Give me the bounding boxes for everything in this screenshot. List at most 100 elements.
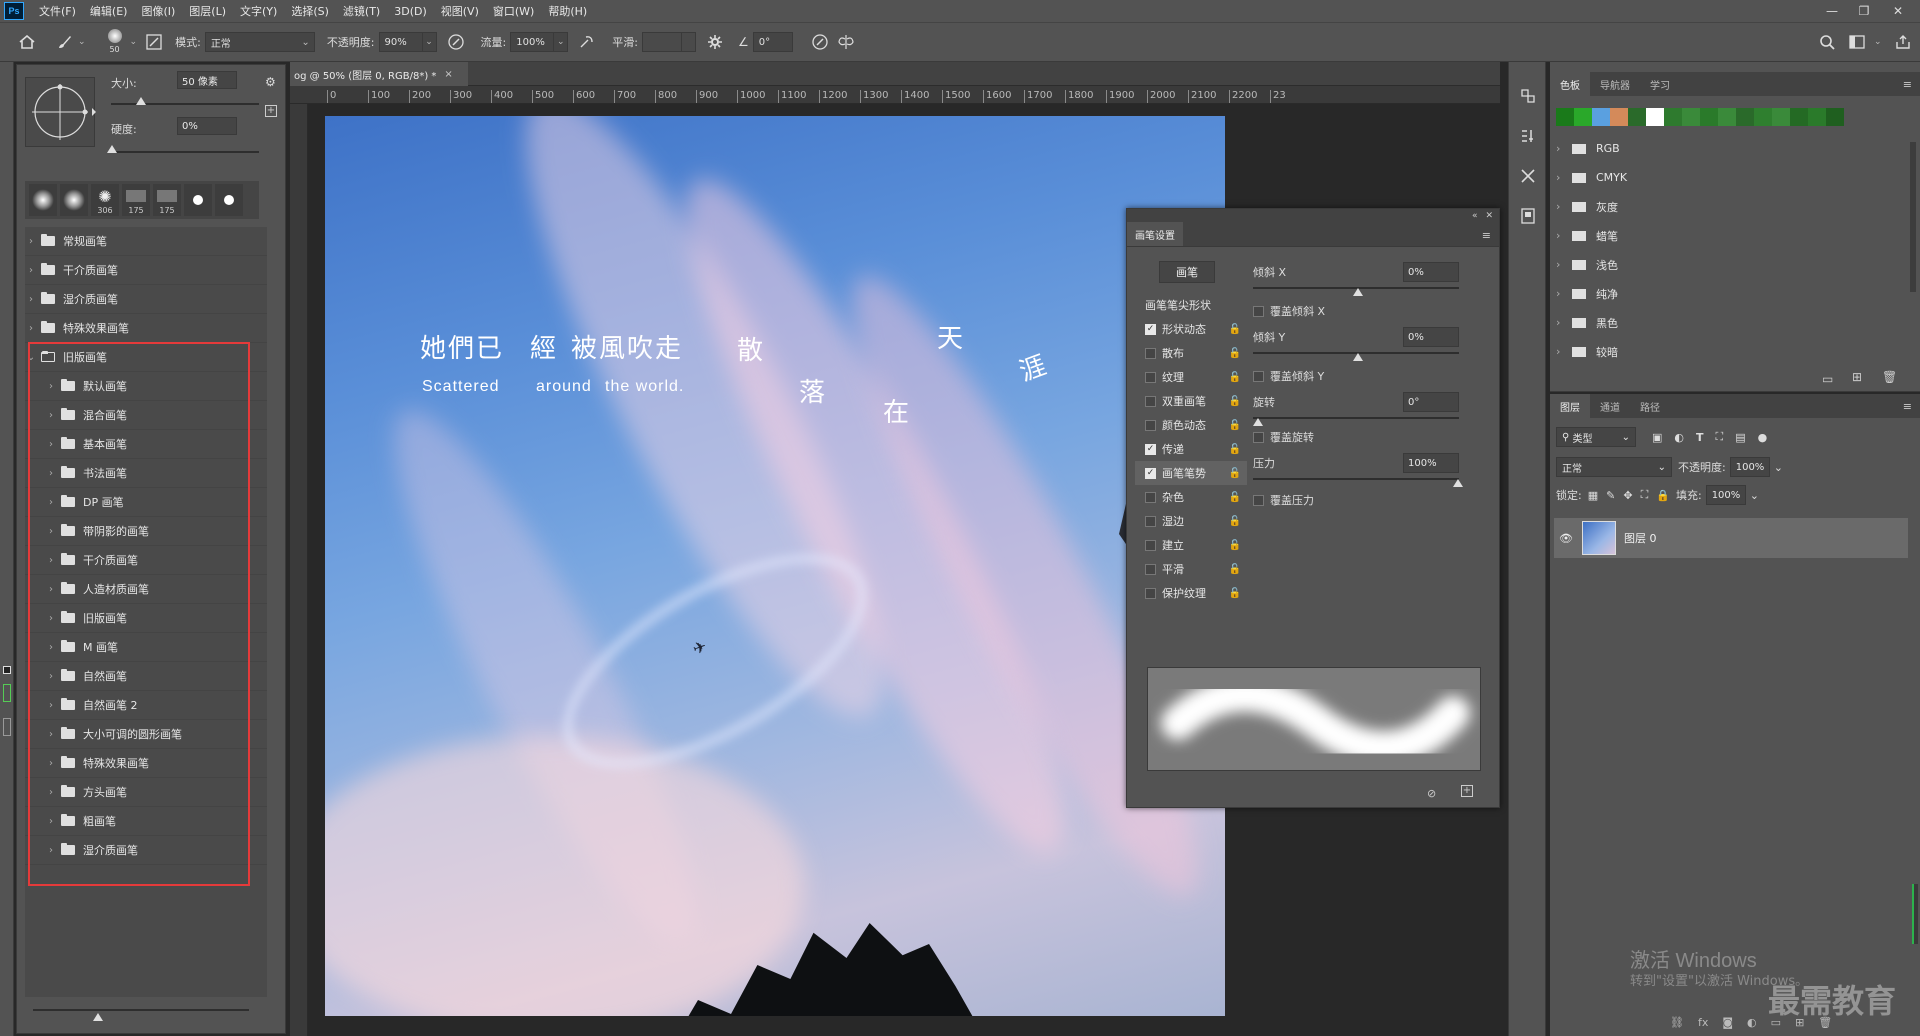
color-swatch[interactable]	[1718, 108, 1736, 126]
chevron-right-icon[interactable]: ›	[1556, 200, 1568, 213]
color-swatch[interactable]	[1682, 108, 1700, 126]
swatch-folder[interactable]: › 较暗	[1550, 337, 1910, 366]
pressure-opacity-icon[interactable]	[443, 29, 469, 55]
lock-icon[interactable]: 🔓	[1229, 564, 1241, 575]
lock-icon[interactable]: 🔓	[1229, 540, 1241, 551]
lock-all-icon[interactable]: 🔒	[1656, 489, 1670, 502]
tilt-y-input[interactable]: 0%	[1403, 327, 1459, 347]
preview-size-thumb[interactable]	[93, 1013, 103, 1021]
brush-setting-item[interactable]: 保护纹理 🔓	[1135, 581, 1247, 605]
foreground-color-swatch[interactable]	[3, 666, 11, 674]
tab-brush-settings[interactable]: 画笔设置	[1127, 222, 1183, 246]
new-preset-icon[interactable]: +	[265, 105, 277, 117]
pressure-slider[interactable]	[1253, 478, 1459, 480]
trash-icon[interactable]: 🗑	[1882, 370, 1897, 384]
search-icon[interactable]	[1814, 29, 1840, 55]
restore-icon[interactable]: ❐	[1850, 0, 1878, 22]
angle-input[interactable]: 0°	[752, 32, 793, 52]
override-pressure-checkbox[interactable]	[1253, 494, 1264, 506]
brush-tip-hard-round-2[interactable]	[215, 184, 243, 216]
rotation-slider[interactable]	[1253, 417, 1459, 419]
rotation-thumb[interactable]	[1253, 418, 1263, 426]
brush-picker-chevron-icon[interactable]: ⌄	[130, 37, 138, 47]
checkbox[interactable]	[1145, 587, 1156, 599]
new-folder-icon[interactable]: ▭	[1822, 372, 1833, 386]
close-tab-icon[interactable]: ×	[444, 69, 452, 80]
lock-icon[interactable]: 🔓	[1229, 444, 1241, 455]
swatch-folder[interactable]: › CMYK	[1550, 163, 1910, 192]
workspace-chevron-icon[interactable]: ⌄	[1874, 37, 1882, 47]
close-icon[interactable]: ✕	[1884, 0, 1912, 22]
brush-setting-item[interactable]: 建立 🔓	[1135, 533, 1247, 557]
blend-mode-select[interactable]: 正常 ⌄	[1556, 457, 1672, 477]
swatch-folder[interactable]: › 蜡笔	[1550, 221, 1910, 250]
smoothing-input[interactable]	[641, 32, 682, 52]
menu-filter[interactable]: 滤镜(T)	[336, 3, 387, 19]
symmetry-icon[interactable]	[833, 29, 859, 55]
tab-navigator[interactable]: 导航器	[1590, 72, 1640, 96]
chevron-right-icon[interactable]: ›	[1556, 287, 1568, 300]
brush-tip-splatter[interactable]: ✺ 306	[91, 184, 119, 216]
preview-size-slider[interactable]	[33, 1009, 249, 1011]
brush-setting-item[interactable]: 平滑 🔓	[1135, 557, 1247, 581]
checkbox[interactable]: ✓	[1145, 443, 1156, 455]
document-image[interactable]: ✈ 她們已 經 被風吹走 Scattered around the world.…	[325, 116, 1225, 1016]
tab-swatches[interactable]: 色板	[1550, 72, 1590, 96]
lock-icon[interactable]: 🔓	[1229, 588, 1241, 599]
hardness-slider[interactable]	[111, 151, 259, 153]
hardness-input[interactable]: 0%	[177, 117, 237, 135]
libraries-icon[interactable]	[1509, 196, 1547, 236]
brush-angle-preview[interactable]	[25, 77, 96, 147]
checkbox[interactable]	[1145, 515, 1156, 527]
smoothing-chevron-icon[interactable]	[681, 32, 696, 52]
color-swatch[interactable]	[1808, 108, 1826, 126]
color-swatch[interactable]	[1772, 108, 1790, 126]
tab-layers[interactable]: 图层	[1550, 394, 1590, 418]
tab-paths[interactable]: 路径	[1630, 394, 1670, 418]
brush-tip-hard-round[interactable]	[184, 184, 212, 216]
menu-layer[interactable]: 图层(L)	[182, 3, 233, 19]
brush-tip-shape-item[interactable]: 画笔笔尖形状	[1135, 293, 1247, 317]
checkbox[interactable]	[1145, 347, 1156, 359]
color-swatch[interactable]	[1628, 108, 1646, 126]
swatch-folder[interactable]: › 纯净	[1550, 279, 1910, 308]
color-swatch[interactable]	[1664, 108, 1682, 126]
color-swatch[interactable]	[1700, 108, 1718, 126]
brush-setting-item[interactable]: ✓ 传递 🔓	[1135, 437, 1247, 461]
filter-smart-object-icon[interactable]: ▤	[1735, 431, 1745, 444]
filter-toggle-icon[interactable]: ●	[1758, 431, 1768, 444]
list-item[interactable]: › 干介质画笔	[25, 256, 267, 285]
list-item[interactable]: › 特殊效果画笔	[25, 314, 267, 343]
tools-panel-edge[interactable]	[0, 62, 14, 1036]
home-icon[interactable]	[14, 29, 40, 55]
brush-setting-item[interactable]: 颜色动态 🔓	[1135, 413, 1247, 437]
layer-opacity-input[interactable]: 100%	[1729, 457, 1770, 477]
menu-file[interactable]: 文件(F)	[32, 3, 83, 19]
lock-icon[interactable]: 🔓	[1229, 372, 1241, 383]
pressure-size-icon[interactable]	[807, 29, 833, 55]
color-swatch[interactable]	[1592, 108, 1610, 126]
checkbox[interactable]	[1145, 395, 1156, 407]
pressure-thumb[interactable]	[1453, 479, 1463, 487]
chevron-down-icon[interactable]: ⌄	[1774, 461, 1783, 474]
override-pressure-row[interactable]: 覆盖压力	[1253, 489, 1493, 511]
brush-setting-item[interactable]: 散布 🔓	[1135, 341, 1247, 365]
lock-icon[interactable]: 🔓	[1229, 324, 1241, 335]
opacity-chevron-icon[interactable]: ⌄	[422, 32, 437, 52]
gear-icon[interactable]	[702, 29, 728, 55]
chevron-right-icon[interactable]: ›	[25, 323, 37, 334]
lock-icon[interactable]: 🔓	[1229, 420, 1241, 431]
checkbox[interactable]	[1145, 539, 1156, 551]
lock-position-icon[interactable]: ✥	[1623, 489, 1632, 502]
checkbox[interactable]: ✓	[1145, 323, 1156, 335]
lock-icon[interactable]: 🔓	[1229, 348, 1241, 359]
chevron-right-icon[interactable]: ›	[1556, 142, 1568, 155]
swatch-scrollbar[interactable]	[1910, 142, 1916, 292]
adjustment-layer-icon[interactable]: ◐	[1747, 1016, 1757, 1029]
tab-channels[interactable]: 通道	[1590, 394, 1630, 418]
brush-tool-icon[interactable]	[52, 29, 78, 55]
lock-icon[interactable]: 🔓	[1229, 468, 1241, 479]
tilt-x-input[interactable]: 0%	[1403, 262, 1459, 282]
flow-chevron-icon[interactable]: ⌄	[554, 32, 569, 52]
chevron-right-icon[interactable]: ›	[1556, 316, 1568, 329]
